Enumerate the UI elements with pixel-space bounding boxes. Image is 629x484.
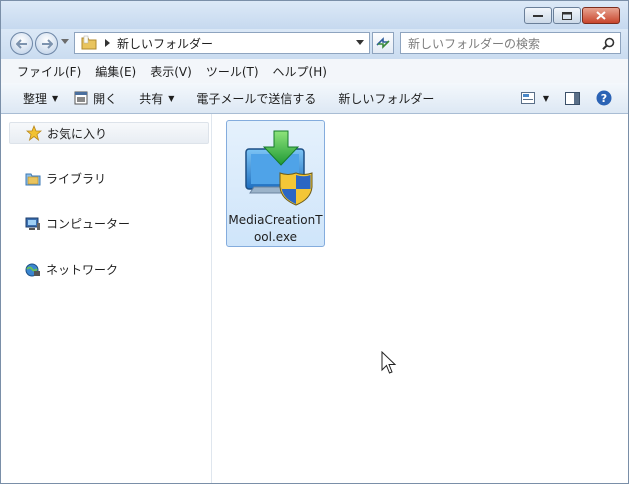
maximize-icon (562, 11, 572, 20)
open-icon (74, 91, 88, 105)
window-controls (523, 7, 620, 24)
svg-text:?: ? (601, 92, 607, 105)
menu-bar: ファイル(F) 編集(E) 表示(V) ツール(T) ヘルプ(H) (1, 59, 628, 84)
menu-tools[interactable]: ツール(T) (199, 63, 266, 80)
back-arrow-icon (15, 38, 27, 49)
nav-favorites-label: お気に入り (47, 126, 108, 141)
menu-help[interactable]: ヘルプ(H) (266, 63, 334, 80)
share-button[interactable]: 共有 ▼ (131, 86, 182, 110)
file-name: MediaCreationT ool.exe (228, 213, 323, 244)
close-icon (596, 11, 606, 20)
email-label: 電子メールで送信する (196, 91, 317, 106)
open-button[interactable]: 開く (66, 86, 125, 110)
breadcrumb-arrow-icon[interactable] (105, 39, 111, 47)
forward-button[interactable] (35, 32, 58, 55)
back-button[interactable] (10, 32, 33, 55)
search-box[interactable] (400, 32, 621, 54)
minimize-icon (533, 14, 543, 17)
address-bar[interactable]: 新しいフォルダー (74, 32, 370, 54)
menu-file[interactable]: ファイル(F) (10, 63, 88, 80)
new-folder-button[interactable]: 新しいフォルダー (330, 86, 442, 110)
mouse-cursor-icon (381, 351, 397, 374)
help-icon: ? (596, 90, 612, 106)
computer-icon (25, 216, 41, 232)
nav-libraries-label: ライブラリ (46, 172, 107, 186)
minimize-button[interactable] (524, 7, 552, 24)
chevron-down-icon: ▼ (52, 93, 59, 103)
address-dropdown-icon[interactable] (356, 40, 364, 45)
nav-network-label: ネットワーク (46, 263, 119, 277)
refresh-icon (376, 37, 390, 49)
command-bar: 整理 ▼ 開く 共有 ▼ 電子メールで送信する 新しいフォルダー ▼ ? (1, 83, 628, 114)
help-button[interactable]: ? (592, 87, 616, 109)
organize-button[interactable]: 整理 ▼ (15, 86, 66, 110)
file-item[interactable]: MediaCreationT ool.exe (226, 120, 325, 247)
change-view-button[interactable]: ▼ (518, 87, 552, 109)
folder-icon (81, 35, 97, 50)
search-icon[interactable] (602, 37, 615, 50)
open-label: 開く (93, 91, 118, 106)
maximize-button[interactable] (553, 7, 581, 24)
chevron-down-icon: ▼ (168, 93, 175, 103)
view-icon (520, 92, 535, 104)
close-button[interactable] (582, 7, 620, 24)
preview-pane-icon (564, 91, 580, 105)
refresh-button[interactable] (372, 32, 394, 54)
forward-arrow-icon (41, 38, 53, 49)
nav-libraries[interactable]: ライブラリ (25, 170, 106, 187)
installer-shield-icon (245, 130, 313, 206)
navigation-pane: お気に入り ライブラリ コンピューター ネットワーク (1, 114, 212, 483)
nav-favorites[interactable]: お気に入り (9, 122, 209, 144)
address-path[interactable]: 新しいフォルダー (117, 35, 213, 52)
explorer-window: 新しいフォルダー ファイル(F) 編集(E) 表示(V) ツール(T) ヘルプ(… (0, 0, 629, 484)
email-button[interactable]: 電子メールで送信する (188, 86, 324, 110)
share-label: 共有 (139, 91, 164, 106)
library-icon (25, 171, 41, 187)
new-folder-label: 新しいフォルダー (338, 91, 435, 106)
content-area: お気に入り ライブラリ コンピューター ネットワーク MediaCreation… (1, 114, 628, 483)
organize-label: 整理 (23, 91, 48, 106)
search-input[interactable] (406, 34, 598, 54)
title-bar[interactable] (1, 1, 628, 29)
preview-pane-button[interactable] (560, 87, 584, 109)
menu-edit[interactable]: 編集(E) (88, 63, 143, 80)
chevron-down-icon: ▼ (542, 93, 550, 103)
nav-computer[interactable]: コンピューター (25, 215, 130, 232)
network-icon (25, 262, 41, 278)
address-row: 新しいフォルダー (1, 29, 628, 59)
menu-view[interactable]: 表示(V) (143, 63, 199, 80)
nav-computer-label: コンピューター (46, 217, 131, 231)
nav-network[interactable]: ネットワーク (25, 261, 118, 278)
view-controls: ▼ ? (514, 87, 616, 109)
star-icon (26, 125, 42, 141)
history-dropdown-icon[interactable] (61, 39, 69, 44)
